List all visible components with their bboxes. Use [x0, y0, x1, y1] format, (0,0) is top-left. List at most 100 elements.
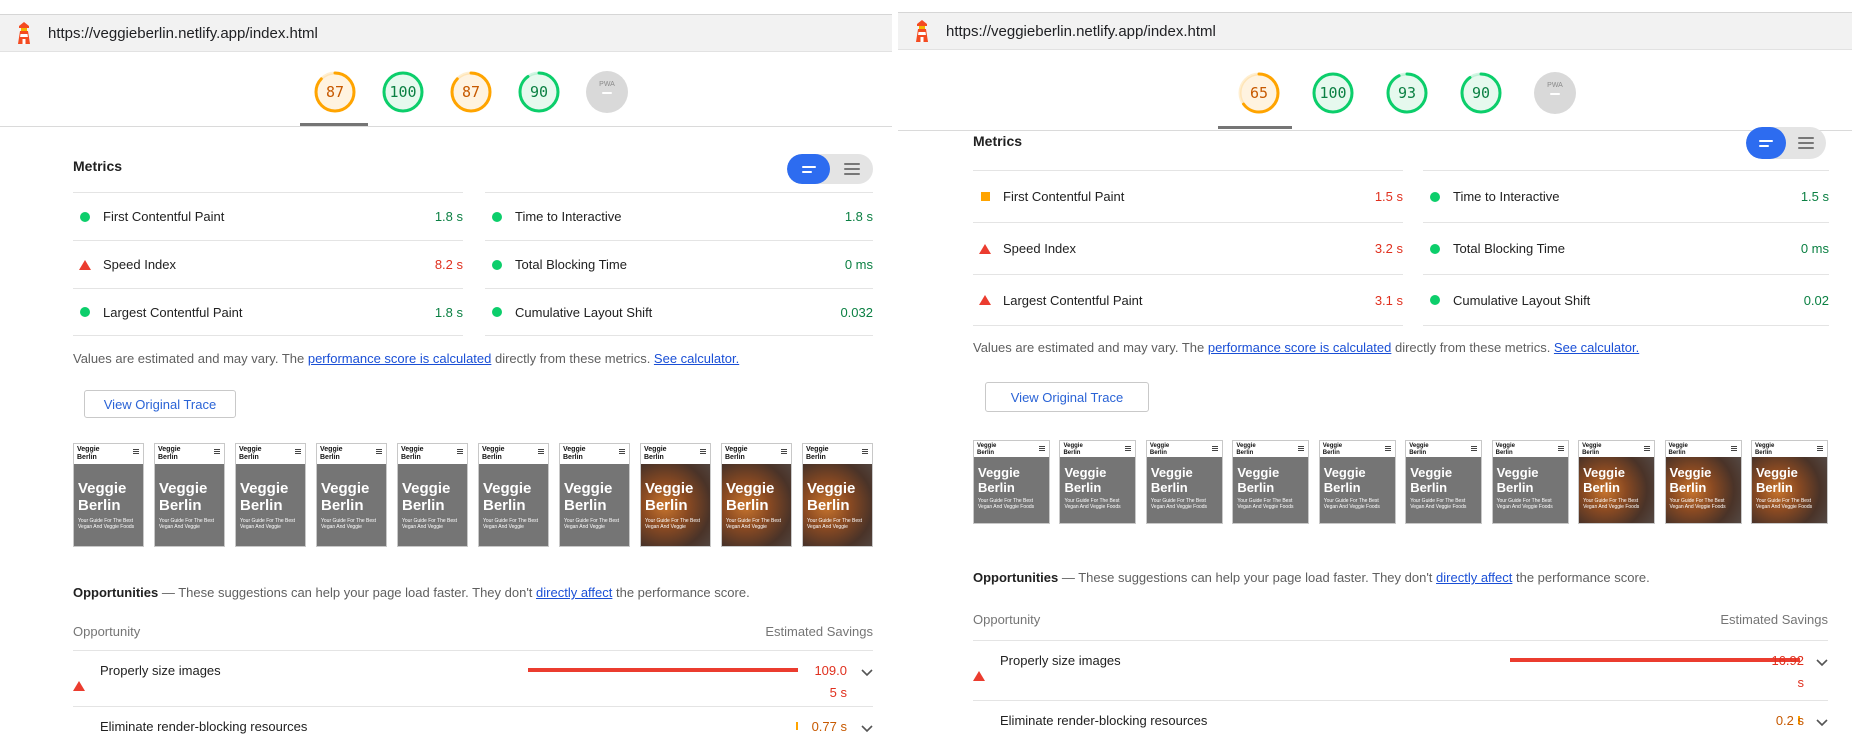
hamburger-menu-icon [1471, 446, 1478, 452]
filmstrip-frame[interactable]: Veggie Berlin Veggie Berlin Your Guide For… [154, 443, 225, 547]
score-gauge[interactable]: 90 [517, 70, 561, 114]
filmstrip-frame[interactable]: Veggie Berlin Veggie Berlin Your Guide For… [1664, 440, 1742, 524]
compact-view-icon[interactable] [1746, 127, 1786, 159]
metric-row[interactable]: Largest Contentful Paint 3.1 s [973, 274, 1403, 326]
hamburger-menu-icon [1644, 446, 1651, 452]
opportunities-title: Opportunities [73, 585, 159, 600]
score-gauge[interactable]: 100 [1311, 71, 1355, 115]
view-original-trace-button[interactable]: View Original Trace [84, 390, 236, 418]
score-gauge[interactable]: 65 [1237, 71, 1281, 115]
hamburger-menu-icon [214, 449, 220, 455]
score-gauge[interactable]: 87 [313, 70, 357, 114]
score-gauge[interactable]: 90 [1459, 71, 1503, 115]
frame-subtitle: Your Guide For The Best Vegan And Veggie… [1410, 498, 1467, 510]
metric-row[interactable]: Total Blocking Time 0 ms [1423, 222, 1829, 274]
metrics-view-toggle[interactable] [787, 154, 873, 184]
score-calculation-link[interactable]: performance score is calculated [308, 351, 492, 366]
metric-name: Total Blocking Time [515, 257, 627, 272]
address-bar[interactable]: https://veggieberlin.netlify.app/index.h… [898, 12, 1852, 50]
score-gauge[interactable]: 87 [449, 70, 493, 114]
opportunity-row[interactable]: Eliminate render-blocking resources 0.2 s [973, 700, 1828, 740]
metric-row[interactable]: Speed Index 8.2 s [73, 240, 463, 288]
opportunity-row[interactable]: Eliminate render-blocking resources 0.77 … [73, 706, 873, 746]
view-original-trace-button[interactable]: View Original Trace [985, 382, 1149, 412]
filmstrip-frame[interactable]: Veggie Berlin Veggie Berlin Your Guide For… [973, 440, 1050, 524]
filmstrip-frame[interactable]: Veggie Berlin Veggie Berlin Your Guide For… [640, 443, 711, 547]
filmstrip-frame[interactable]: Veggie Berlin Veggie Berlin Your Guide For… [397, 443, 468, 547]
filmstrip-frame[interactable]: Veggie Berlin Veggie Berlin Your Guide For… [478, 443, 549, 547]
filmstrip-frame[interactable]: Veggie Berlin Veggie Berlin Your Guide For… [1059, 440, 1137, 524]
metric-row[interactable]: Cumulative Layout Shift 0.02 [1423, 274, 1829, 326]
frame-title: Veggie Berlin [483, 480, 532, 514]
hamburger-menu-icon [133, 449, 139, 455]
directly-affect-link[interactable]: directly affect [1436, 570, 1512, 585]
filmstrip-frame[interactable]: Veggie Berlin Veggie Berlin Your Guide For… [1145, 440, 1223, 524]
score-gauge[interactable]: 100 [381, 70, 425, 114]
opportunity-row[interactable]: Properly size images 109.0 5 s [73, 650, 873, 706]
pwa-label: PWA [1547, 81, 1563, 89]
metric-row[interactable]: Time to Interactive 1.5 s [1423, 170, 1829, 222]
metric-row[interactable]: Cumulative Layout Shift 0.032 [485, 288, 873, 336]
pwa-badge[interactable]: PWA [585, 70, 629, 114]
opportunity-name: Properly size images [100, 663, 221, 678]
url-text[interactable]: https://veggieberlin.netlify.app/index.h… [48, 25, 318, 42]
filmstrip-frame[interactable]: Veggie Berlin Veggie Berlin Your Guide For… [1578, 440, 1656, 524]
see-calculator-link[interactable]: See calculator. [1554, 340, 1639, 355]
frame-title: Veggie Berlin [807, 480, 856, 514]
metric-row[interactable]: Speed Index 3.2 s [973, 222, 1403, 274]
score-calculation-link[interactable]: performance score is calculated [1208, 340, 1392, 355]
url-text[interactable]: https://veggieberlin.netlify.app/index.h… [946, 23, 1216, 40]
chevron-down-icon[interactable] [861, 725, 873, 733]
opportunities-description: These suggestions can help your page loa… [178, 585, 749, 600]
metric-row[interactable]: First Contentful Paint 1.8 s [73, 192, 463, 240]
score-value: 65 [1249, 84, 1269, 102]
metric-row[interactable]: Total Blocking Time 0 ms [485, 240, 873, 288]
pwa-dash-icon [1549, 93, 1561, 95]
directly-affect-link[interactable]: directly affect [536, 585, 612, 600]
savings-value: 109.0 [814, 663, 847, 678]
address-bar[interactable]: https://veggieberlin.netlify.app/index.h… [0, 14, 892, 52]
metric-value: 1.8 s [844, 209, 873, 224]
frame-subtitle: Your Guide For The Best Vegan And Veggie… [1237, 498, 1294, 510]
filmstrip-frame[interactable]: Veggie Berlin Veggie Berlin Your Guide For… [1232, 440, 1310, 524]
expanded-view-icon[interactable] [1786, 127, 1826, 159]
frame-logo: Veggie Berlin [1495, 443, 1515, 456]
hamburger-menu-icon [1816, 446, 1823, 452]
filmstrip-frame[interactable]: Veggie Berlin Veggie Berlin Your Guide For… [721, 443, 792, 547]
frame-logo: Veggie Berlin [1754, 443, 1775, 456]
filmstrip-frame[interactable]: Veggie Berlin Veggie Berlin Your Guide For… [1491, 440, 1569, 524]
opportunity-row[interactable]: Properly size images 16.92 s [973, 640, 1828, 696]
chevron-down-icon[interactable] [1816, 659, 1828, 667]
filmstrip-frame[interactable]: Veggie Berlin Veggie Berlin Your Guide For… [559, 443, 630, 547]
savings-value-continued: 5 s [829, 685, 847, 700]
active-tab-underline [1218, 126, 1292, 129]
filmstrip-frame[interactable]: Veggie Berlin Veggie Berlin Your Guide For… [316, 443, 387, 547]
metrics-column: First Contentful Paint 1.5 s Speed Index 3.… [973, 170, 1403, 326]
chevron-down-icon[interactable] [1816, 719, 1828, 727]
metrics-view-toggle[interactable] [1746, 127, 1826, 159]
metric-row[interactable]: Time to Interactive 1.8 s [485, 192, 873, 240]
compact-view-icon[interactable] [787, 154, 830, 184]
metrics-note: Values are estimated and may vary. The p… [73, 351, 739, 366]
see-calculator-link[interactable]: See calculator. [654, 351, 739, 366]
metrics-title: Metrics [73, 158, 123, 174]
pwa-badge[interactable]: PWA [1533, 71, 1577, 115]
metric-row[interactable]: First Contentful Paint 1.5 s [973, 170, 1403, 222]
frame-logo: Veggie Berlin [1236, 443, 1256, 456]
frame-title: Veggie Berlin [726, 480, 775, 514]
chevron-down-icon[interactable] [861, 669, 873, 677]
filmstrip-frame[interactable]: Veggie Berlin Veggie Berlin Your Guide For… [802, 443, 873, 547]
opportunities-heading: Opportunities — These suggestions can he… [73, 585, 750, 600]
filmstrip-frame[interactable]: Veggie Berlin Veggie Berlin Your Guide For… [73, 443, 144, 547]
score-gauge[interactable]: 93 [1385, 71, 1429, 115]
filmstrip-frame[interactable]: Veggie Berlin Veggie Berlin Your Guide For… [1405, 440, 1483, 524]
filmstrip-frame[interactable]: Veggie Berlin Veggie Berlin Your Guide For… [1750, 440, 1828, 524]
filmstrip-frame[interactable]: Veggie Berlin Veggie Berlin Your Guide For… [235, 443, 306, 547]
frame-logo: Veggie Berlin [1582, 443, 1602, 456]
pass-indicator-icon [73, 211, 97, 222]
frame-title: Veggie Berlin [1237, 465, 1280, 495]
metric-row[interactable]: Largest Contentful Paint 1.8 s [73, 288, 463, 336]
filmstrip-frame[interactable]: Veggie Berlin Veggie Berlin Your Guide For… [1318, 440, 1396, 524]
metric-value: 0 ms [844, 257, 873, 272]
expanded-view-icon[interactable] [830, 154, 873, 184]
